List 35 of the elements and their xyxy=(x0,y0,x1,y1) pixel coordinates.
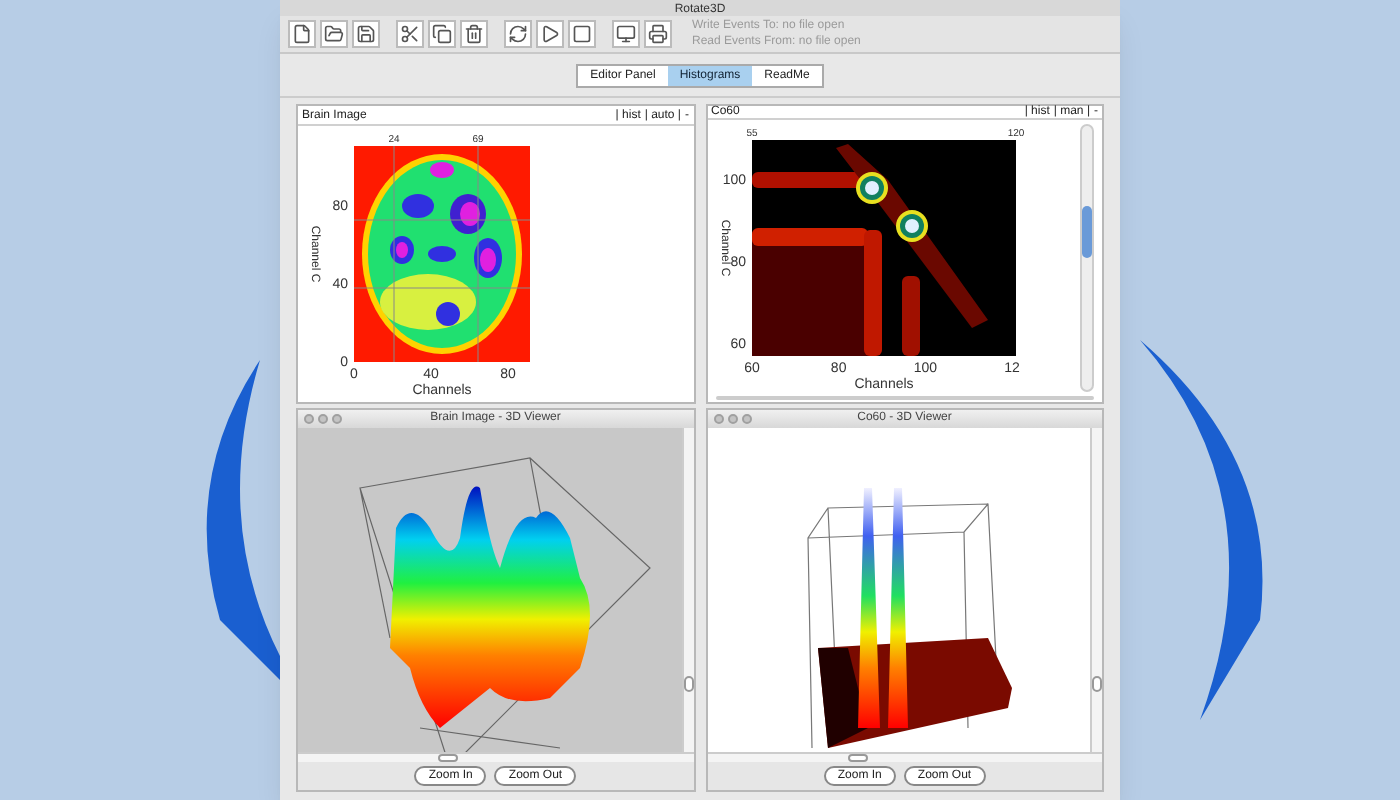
intensity-band xyxy=(751,172,861,188)
scroll-thumb[interactable] xyxy=(847,753,867,762)
horizontal-scrollbar[interactable] xyxy=(298,751,693,762)
scroll-thumb[interactable] xyxy=(683,675,693,692)
play-icon xyxy=(540,24,560,44)
print-button[interactable] xyxy=(644,20,672,48)
peak-spot xyxy=(895,210,927,242)
scroll-thumb[interactable] xyxy=(1081,206,1091,258)
display-button[interactable] xyxy=(612,20,640,48)
save-icon xyxy=(356,24,376,44)
delete-button[interactable] xyxy=(460,20,488,48)
refresh-icon xyxy=(508,24,528,44)
vertical-scrollbar[interactable] xyxy=(1079,124,1093,392)
square-icon xyxy=(572,24,592,44)
stop-button[interactable] xyxy=(568,20,596,48)
horizontal-scrollbar[interactable] xyxy=(715,396,1094,400)
new-file-button[interactable] xyxy=(288,20,316,48)
refresh-button[interactable] xyxy=(504,20,532,48)
cut-button[interactable] xyxy=(396,20,424,48)
printer-icon xyxy=(648,24,668,44)
horizontal-scrollbar[interactable] xyxy=(707,751,1102,762)
vertical-scrollbar[interactable] xyxy=(1090,427,1102,752)
monitor-icon xyxy=(616,24,636,44)
scroll-thumb[interactable] xyxy=(1092,675,1102,692)
file-icon xyxy=(292,24,312,44)
play-button[interactable] xyxy=(536,20,564,48)
copy-icon xyxy=(432,24,452,44)
scroll-thumb[interactable] xyxy=(438,753,458,762)
open-button[interactable] xyxy=(320,20,348,48)
trash-icon xyxy=(464,24,484,44)
save-button[interactable] xyxy=(352,20,380,48)
peak-spot xyxy=(855,172,887,204)
copy-button[interactable] xyxy=(428,20,456,48)
folder-icon xyxy=(324,24,344,44)
scissors-icon xyxy=(400,24,420,44)
